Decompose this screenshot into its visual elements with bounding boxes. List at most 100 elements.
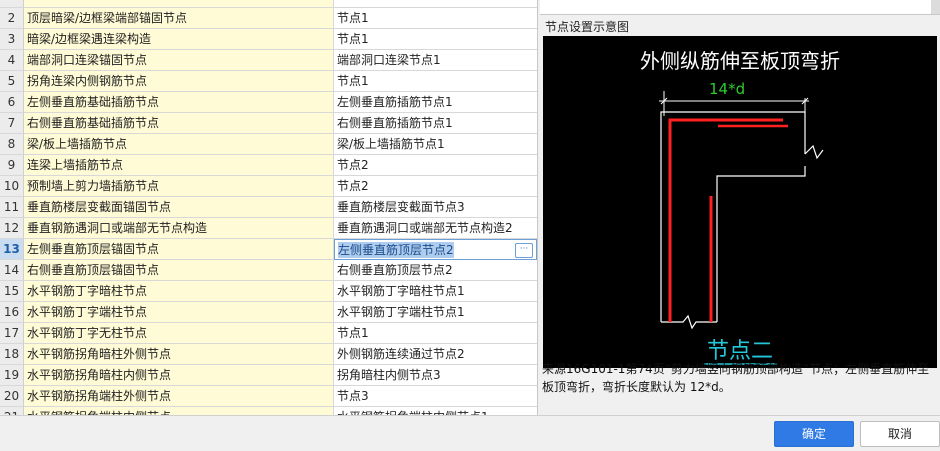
vertical-rebar-outer — [668, 118, 783, 322]
node-value-cell[interactable]: 节点1 — [334, 323, 537, 344]
node-name-cell: 右侧垂直筋顶层锚固节点 — [24, 260, 334, 281]
node-name-cell: 暗梁/边框梁遇连梁构造 — [24, 29, 334, 50]
node-value-cell[interactable]: 左侧垂直筋顶层节点2 ··· — [334, 239, 537, 260]
node-name-cell: 端部洞口连梁锚固节点 — [24, 50, 334, 71]
row-number: 7 — [0, 113, 24, 134]
node-name-cell: 水平钢筋丁字无柱节点 — [24, 323, 334, 344]
node-value-cell[interactable]: 拐角暗柱内侧节点3 — [334, 365, 537, 386]
selected-value-text: 左侧垂直筋顶层节点2 — [338, 242, 454, 258]
table-row[interactable] — [0, 0, 537, 8]
node-settings-table: 2 顶层暗梁/边框梁端部锚固节点 节点1 3 暗梁/边框梁遇连梁构造 节点1 4 端部洞口连梁… — [0, 0, 538, 415]
diagram-svg: 外侧纵筋伸至板顶弯折 14*d 节点二 — [640, 49, 840, 365]
node-name-cell: 水平钢筋拐角端柱外侧节点 — [24, 386, 334, 407]
node-diagram-panel: 节点设置示意图 外侧纵筋伸至板顶弯折 14*d 节点二 来源16G101-1第7… — [540, 16, 940, 415]
node-name-cell: 垂直钢筋遇洞口或端部无节点构造 — [24, 218, 334, 239]
row-number: 14 — [0, 260, 24, 281]
node-value-cell[interactable]: 垂直筋遇洞口或端部无节点构造2 — [334, 218, 537, 239]
node-name-cell: 水平钢筋丁字暗柱节点 — [24, 281, 334, 302]
row-number: 20 — [0, 386, 24, 407]
node-value-cell[interactable]: 右侧垂直筋顶层节点2 — [334, 260, 537, 281]
node-value-cell[interactable]: 水平钢筋拐角端柱内侧节点1 — [334, 407, 537, 415]
row-number: 13 — [0, 239, 24, 260]
dialog-footer: 确定 取消 — [0, 415, 940, 451]
row-number: 21 — [0, 407, 24, 415]
table-row[interactable]: 3 暗梁/边框梁遇连梁构造 节点1 — [0, 29, 537, 50]
node-value-cell[interactable]: 右侧垂直筋插筋节点1 — [334, 113, 537, 134]
table-row[interactable]: 5 拐角连梁内侧钢筋节点 节点1 — [0, 71, 537, 92]
node-name-cell: 连梁上墙插筋节点 — [24, 155, 334, 176]
table-row[interactable]: 7 右侧垂直筋基础插筋节点 右侧垂直筋插筋节点1 — [0, 113, 537, 134]
scrollbar[interactable] — [931, 0, 940, 14]
diagram-heading: 外侧纵筋伸至板顶弯折 — [640, 49, 840, 73]
table-row[interactable]: 13 左侧垂直筋顶层锚固节点 左侧垂直筋顶层节点2 ··· — [0, 239, 537, 260]
top-scroll-strip — [540, 0, 940, 15]
node-value-cell[interactable]: 垂直筋楼层变截面节点3 — [334, 197, 537, 218]
row-number: 17 — [0, 323, 24, 344]
node-value-cell[interactable]: 水平钢筋丁字暗柱节点1 — [334, 281, 537, 302]
table-row[interactable]: 10 预制墙上剪力墙插筋节点 节点2 — [0, 176, 537, 197]
node-diagram: 外侧纵筋伸至板顶弯折 14*d 节点二 — [543, 36, 937, 368]
node-name-cell: 右侧垂直筋基础插筋节点 — [24, 113, 334, 134]
node-value-cell[interactable]: 梁/板上墙插筋节点1 — [334, 134, 537, 155]
node-value-cell[interactable]: 节点3 — [334, 386, 537, 407]
node-name-cell: 预制墙上剪力墙插筋节点 — [24, 176, 334, 197]
row-number: 4 — [0, 50, 24, 71]
table-row[interactable]: 21水平钢筋拐角端柱内侧节点水平钢筋拐角端柱内侧节点1 — [0, 407, 537, 415]
row-number — [0, 0, 24, 8]
table-row[interactable]: 18 水平钢筋拐角暗柱外侧节点 外侧钢筋连续通过节点2 — [0, 344, 537, 365]
table-row[interactable]: 8 梁/板上墙插筋节点 梁/板上墙插筋节点1 — [0, 134, 537, 155]
node-name-cell: 水平钢筋丁字端柱节点 — [24, 302, 334, 323]
row-number: 18 — [0, 344, 24, 365]
node-name-cell: 水平钢筋拐角暗柱内侧节点 — [24, 365, 334, 386]
row-number: 12 — [0, 218, 24, 239]
node-name-cell: 水平钢筋拐角暗柱外侧节点 — [24, 344, 334, 365]
node-name-cell: 拐角连梁内侧钢筋节点 — [24, 71, 334, 92]
table-row[interactable]: 9 连梁上墙插筋节点 节点2 — [0, 155, 537, 176]
wall-outline-inner — [716, 166, 806, 322]
node-value-cell[interactable]: 节点2 — [334, 155, 537, 176]
node-name-cell — [24, 0, 334, 8]
row-number: 9 — [0, 155, 24, 176]
node-name-cell: 垂直筋楼层变截面锚固节点 — [24, 197, 334, 218]
ok-button[interactable]: 确定 — [774, 421, 854, 447]
row-number: 15 — [0, 281, 24, 302]
table-row[interactable]: 16 水平钢筋丁字端柱节点 水平钢筋丁字端柱节点1 — [0, 302, 537, 323]
table-row[interactable]: 15 水平钢筋丁字暗柱节点 水平钢筋丁字暗柱节点1 — [0, 281, 537, 302]
node-value-cell[interactable]: 节点2 — [334, 176, 537, 197]
node-name-cell: 左侧垂直筋基础插筋节点 — [24, 92, 334, 113]
node-value-cell[interactable]: 节点1 — [334, 8, 537, 29]
node-value-cell[interactable]: 水平钢筋丁字端柱节点1 — [334, 302, 537, 323]
break-symbol-right — [804, 144, 824, 160]
node-value-cell[interactable] — [334, 0, 537, 8]
node-name-cell: 水平钢筋拐角端柱内侧节点 — [24, 407, 334, 415]
node-value-cell[interactable]: 端部洞口连梁节点1 — [334, 50, 537, 71]
row-number: 5 — [0, 71, 24, 92]
node-description: 来源16G101-1第74页“剪力墙竖向钢筋顶部构造”节点；左侧垂直筋伸至板顶弯… — [542, 362, 930, 394]
table-row[interactable]: 2 顶层暗梁/边框梁端部锚固节点 节点1 — [0, 8, 537, 29]
node-name-cell: 梁/板上墙插筋节点 — [24, 134, 334, 155]
row-number: 6 — [0, 92, 24, 113]
table-row[interactable]: 17 水平钢筋丁字无柱节点 节点1 — [0, 323, 537, 344]
cancel-button[interactable]: 取消 — [860, 421, 940, 447]
table-row[interactable]: 12 垂直钢筋遇洞口或端部无节点构造 垂直筋遇洞口或端部无节点构造2 — [0, 218, 537, 239]
node-value-cell[interactable]: 左侧垂直筋插筋节点1 — [334, 92, 537, 113]
table-row[interactable]: 6 左侧垂直筋基础插筋节点 左侧垂直筋插筋节点1 — [0, 92, 537, 113]
table-row[interactable]: 20 水平钢筋拐角端柱外侧节点 节点3 — [0, 386, 537, 407]
dimension-label: 14*d — [709, 80, 745, 98]
table-row[interactable]: 19 水平钢筋拐角暗柱内侧节点 拐角暗柱内侧节点3 — [0, 365, 537, 386]
panel-title: 节点设置示意图 — [545, 20, 630, 34]
row-number: 2 — [0, 8, 24, 29]
more-options-button[interactable]: ··· — [515, 243, 533, 258]
node-value-cell[interactable]: 节点1 — [334, 71, 537, 92]
table-row[interactable]: 11 垂直筋楼层变截面锚固节点 垂直筋楼层变截面节点3 — [0, 197, 537, 218]
node-name-cell: 顶层暗梁/边框梁端部锚固节点 — [24, 8, 334, 29]
row-number: 8 — [0, 134, 24, 155]
node-value-cell[interactable]: 节点1 — [334, 29, 537, 50]
row-number: 3 — [0, 29, 24, 50]
slab-outline-top — [660, 111, 806, 322]
table-row[interactable]: 4 端部洞口连梁锚固节点 端部洞口连梁节点1 — [0, 50, 537, 71]
row-number: 10 — [0, 176, 24, 197]
row-number: 19 — [0, 365, 24, 386]
node-value-cell[interactable]: 外侧钢筋连续通过节点2 — [334, 344, 537, 365]
table-row[interactable]: 14 右侧垂直筋顶层锚固节点 右侧垂直筋顶层节点2 — [0, 260, 537, 281]
